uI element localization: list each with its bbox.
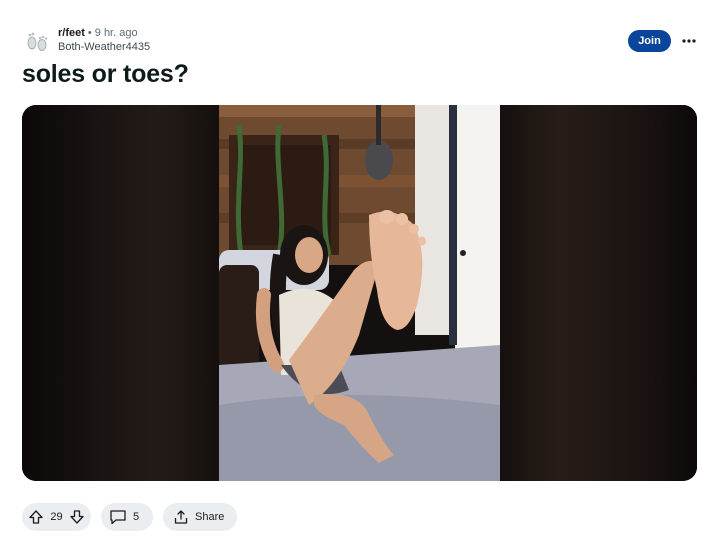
arrow-down-icon bbox=[70, 510, 84, 524]
arrow-up-icon bbox=[29, 510, 43, 524]
post-image[interactable] bbox=[219, 105, 500, 481]
post-action-bar: 29 5 Share bbox=[22, 503, 237, 531]
community-avatar-icon bbox=[23, 27, 51, 55]
media-blur-background-left bbox=[22, 105, 219, 481]
post-time: 9 hr. ago bbox=[94, 27, 138, 39]
ellipsis-icon bbox=[682, 39, 696, 43]
post-card: r/feet • 9 hr. ago Both-Weather4435 Join s… bbox=[0, 0, 717, 544]
share-icon bbox=[174, 510, 188, 524]
share-button[interactable]: Share bbox=[163, 503, 237, 531]
vote-score: 29 bbox=[50, 511, 63, 523]
speech-bubble-icon bbox=[110, 510, 126, 525]
post-media[interactable] bbox=[22, 105, 697, 481]
downvote-button[interactable] bbox=[67, 507, 87, 527]
author-link[interactable]: Both-Weather4435 bbox=[58, 40, 150, 54]
comment-count: 5 bbox=[133, 511, 140, 523]
vote-control: 29 bbox=[22, 503, 91, 531]
subreddit-link[interactable]: r/feet bbox=[58, 27, 85, 39]
share-label: Share bbox=[195, 511, 225, 523]
comments-button[interactable]: 5 bbox=[101, 503, 153, 531]
post-meta: r/feet • 9 hr. ago Both-Weather4435 bbox=[58, 26, 150, 54]
upvote-button[interactable] bbox=[26, 507, 46, 527]
post-image-graphic bbox=[219, 105, 500, 481]
post-meta-top: r/feet • 9 hr. ago bbox=[58, 26, 150, 40]
meta-separator: • bbox=[87, 27, 92, 39]
post-header: r/feet • 9 hr. ago Both-Weather4435 bbox=[22, 24, 150, 56]
join-button[interactable]: Join bbox=[628, 30, 671, 52]
more-options-button[interactable] bbox=[678, 30, 700, 52]
media-blur-background-right bbox=[500, 105, 697, 481]
community-avatar[interactable] bbox=[22, 26, 52, 56]
post-title[interactable]: soles or toes? bbox=[22, 60, 189, 89]
